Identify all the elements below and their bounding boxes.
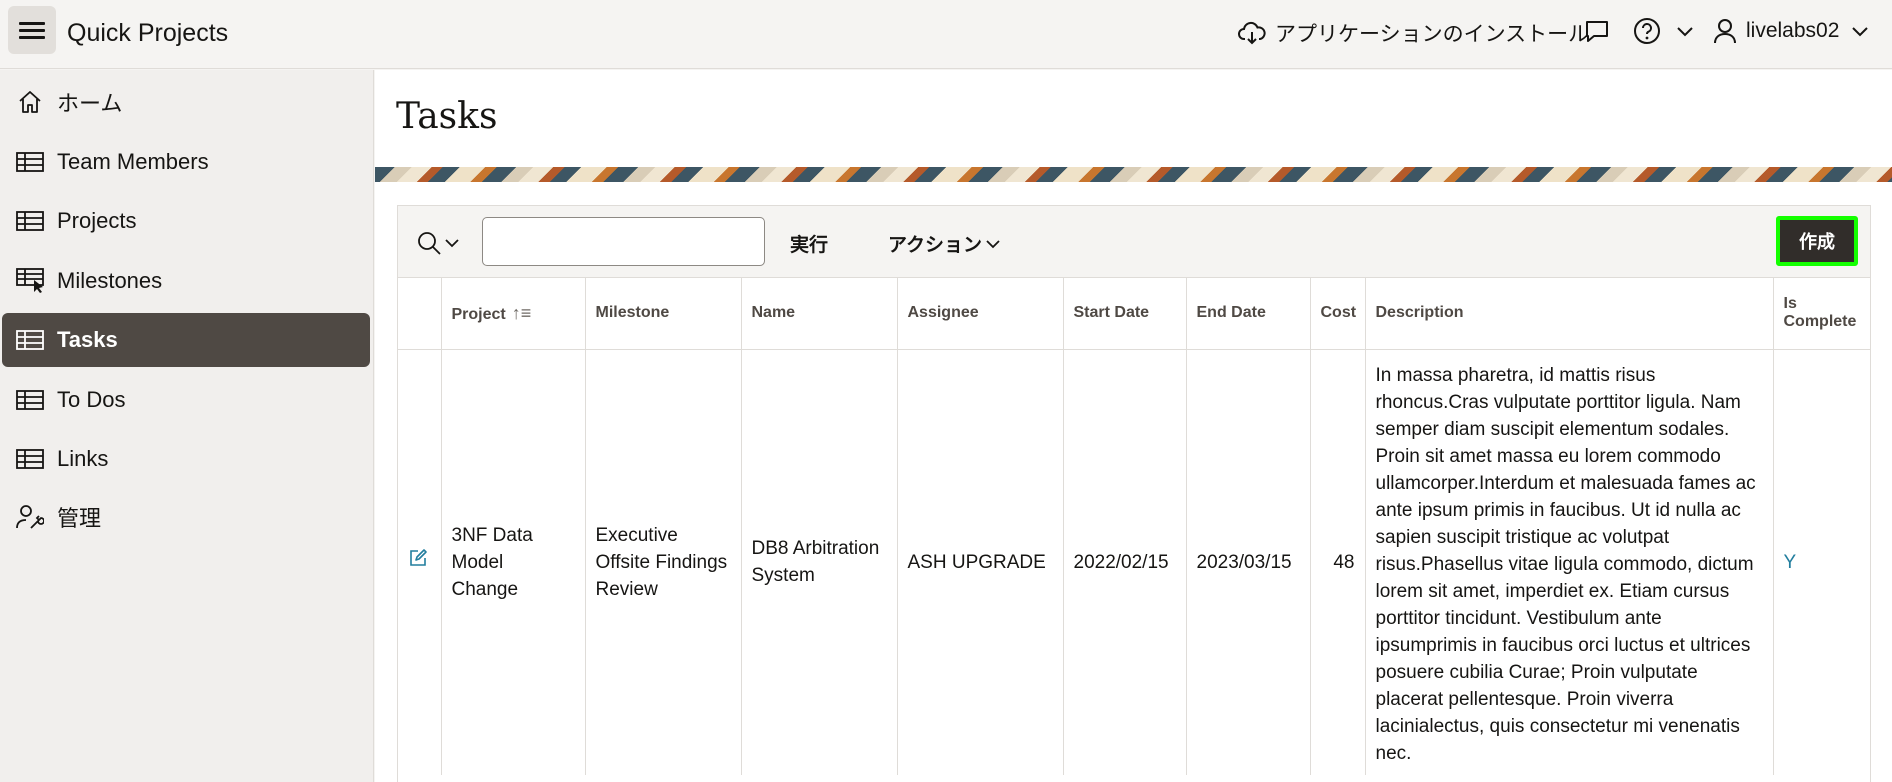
sidebar-item-admin[interactable]: 管理 — [2, 490, 370, 544]
search-icon — [418, 232, 441, 255]
decorative-banner — [375, 167, 1892, 182]
sidebar-item-home[interactable]: ホーム — [2, 75, 370, 129]
table-row: 3NF Data Model Change Executive Offsite … — [398, 349, 1870, 775]
sidebar-item-team-members[interactable]: Team Members — [2, 135, 370, 189]
main-content: Tasks 実行 アクション 作成 Project ↑≡ Milestone N… — [375, 70, 1892, 782]
sidebar-item-label: Milestones — [57, 268, 163, 293]
sidebar-item-label: Projects — [57, 208, 137, 233]
install-app-button[interactable]: アプリケーションのインストール — [1238, 18, 1589, 48]
sidebar-item-to-dos[interactable]: To Dos — [2, 373, 370, 427]
table-icon — [14, 152, 46, 172]
go-button[interactable]: 実行 — [790, 230, 828, 257]
home-icon — [14, 90, 46, 114]
chevron-down-icon — [1852, 27, 1869, 37]
sidebar-item-tasks[interactable]: Tasks — [2, 313, 370, 367]
search-column-menu-button[interactable] — [416, 230, 459, 256]
interactive-report: 実行 アクション 作成 Project ↑≡ Milestone Name As… — [397, 205, 1871, 782]
sort-ascending-icon: ↑≡ — [511, 302, 532, 323]
column-header-name[interactable]: Name — [741, 278, 898, 350]
cloud-download-icon — [1238, 21, 1266, 45]
column-header-assignee[interactable]: Assignee — [897, 278, 1064, 350]
cell-start-date: 2022/02/15 — [1063, 349, 1187, 775]
cell-is-complete: Y — [1783, 551, 1797, 573]
username: livelabs02 — [1746, 19, 1840, 42]
sidebar-nav: ホーム Team Members Projects Milestones Tas… — [0, 70, 374, 782]
sidebar-item-links[interactable]: Links — [2, 432, 370, 486]
help-icon — [1634, 18, 1660, 44]
edit-column-header — [398, 278, 442, 350]
search-input[interactable] — [482, 217, 765, 266]
sidebar-item-label: To Dos — [57, 387, 126, 412]
table-icon — [14, 449, 46, 469]
cell-description: In massa pharetra, id mattis risus rhonc… — [1365, 349, 1774, 775]
menu-button[interactable] — [8, 6, 56, 54]
column-header-start-date[interactable]: Start Date — [1063, 278, 1187, 350]
sidebar-item-label: 管理 — [57, 506, 102, 531]
install-app-label: アプリケーションのインストール — [1275, 23, 1590, 46]
user-wrench-icon — [14, 504, 46, 530]
cell-assignee: ASH UPGRADE — [897, 349, 1064, 775]
column-header-end-date[interactable]: End Date — [1186, 278, 1311, 350]
actions-menu-button[interactable]: アクション — [888, 230, 1001, 257]
cell-cost: 48 — [1310, 349, 1366, 775]
column-header-project[interactable]: Project ↑≡ — [441, 278, 586, 350]
table-icon — [14, 211, 46, 231]
column-header-milestone[interactable]: Milestone — [585, 278, 742, 350]
cell-project: 3NF Data Model Change — [441, 349, 586, 775]
sidebar-item-label: Tasks — [57, 327, 118, 352]
chat-icon — [1586, 21, 1608, 42]
app-title[interactable]: Quick Projects — [67, 19, 228, 48]
column-header-is-complete[interactable]: Is Complete — [1773, 278, 1870, 350]
create-button[interactable]: 作成 — [1776, 216, 1858, 266]
chevron-down-icon — [1677, 27, 1693, 37]
cell-name: DB8 Arbitration System — [741, 349, 898, 775]
sidebar-item-projects[interactable]: Projects — [2, 194, 370, 248]
table-header-row: Project ↑≡ Milestone Name Assignee Start … — [398, 278, 1870, 350]
sidebar-item-label: Team Members — [57, 149, 209, 174]
sidebar-item-label: Links — [57, 446, 109, 471]
report-toolbar: 実行 アクション 作成 — [398, 206, 1870, 278]
column-header-description[interactable]: Description — [1365, 278, 1774, 350]
cell-end-date: 2023/03/15 — [1186, 349, 1311, 775]
sidebar-item-milestones[interactable]: Milestones — [2, 254, 370, 308]
cell-milestone: Executive Offsite Findings Review — [585, 349, 742, 775]
user-icon — [1714, 19, 1736, 44]
table-icon — [14, 390, 46, 410]
hamburger-icon — [19, 20, 45, 40]
edit-icon[interactable] — [408, 548, 428, 568]
chevron-down-icon — [986, 239, 1000, 248]
help-menu-button[interactable] — [1632, 16, 1694, 46]
user-menu-button[interactable]: livelabs02 — [1713, 18, 1869, 44]
page-title: Tasks — [396, 96, 498, 137]
edit-cell — [398, 349, 442, 775]
column-header-cost[interactable]: Cost — [1310, 278, 1366, 350]
sidebar-item-label: ホーム — [57, 91, 123, 116]
tasks-table: Project ↑≡ Milestone Name Assignee Start … — [398, 278, 1870, 775]
chevron-down-icon — [445, 239, 459, 248]
actions-label: アクション — [888, 235, 983, 256]
feedback-button[interactable] — [1583, 18, 1611, 44]
app-header: Quick Projects アプリケーションのインストール livelabs0… — [0, 0, 1892, 69]
table-icon — [14, 330, 46, 350]
table-pointer-icon — [14, 268, 46, 294]
